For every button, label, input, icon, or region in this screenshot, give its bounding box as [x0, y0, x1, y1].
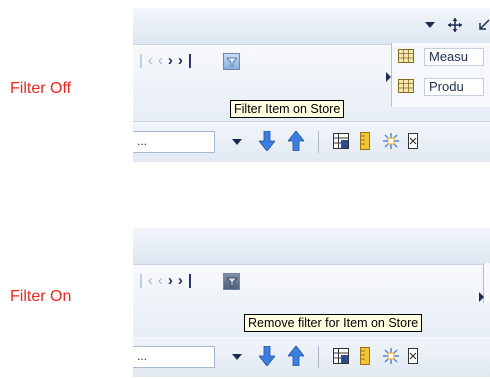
dropdown-arrow-icon[interactable] — [425, 22, 435, 30]
dropdown-arrow-icon[interactable] — [232, 354, 242, 362]
filter-button[interactable] — [223, 53, 240, 70]
toolbar-panel-filter-off: |‹‹››| Filter Item on Store Measu Produ … — [133, 0, 490, 162]
toolbar-separator — [318, 131, 319, 153]
table-icon — [398, 49, 414, 63]
side-panel-item-label: Produ — [424, 78, 484, 96]
side-panel — [483, 263, 490, 303]
item-combo-box[interactable]: ... — [133, 346, 215, 368]
toolbar-panel-filter-on: |‹‹››| Remove filter for Item on Store .… — [133, 220, 490, 379]
side-panel: Measu Produ — [391, 43, 490, 107]
move-up-icon[interactable] — [288, 346, 304, 366]
export-icon[interactable] — [408, 133, 418, 149]
caption-filter-off: Filter Off — [10, 80, 72, 97]
resize-icon[interactable] — [478, 19, 490, 31]
move-icon[interactable] — [448, 18, 462, 32]
ruler-icon[interactable] — [360, 132, 370, 150]
last-page-icon[interactable]: ›| — [178, 52, 197, 69]
tools-row: ... — [133, 337, 490, 377]
page-navigation: |‹‹››| — [139, 272, 197, 289]
navigation-row: |‹‹››| Filter Item on Store Measu Produ — [133, 43, 490, 122]
filter-icon — [227, 57, 237, 67]
tooltip-remove-filter: Remove filter for Item on Store — [244, 314, 423, 332]
previous-icon[interactable]: ‹ — [158, 52, 168, 69]
navigation-row: |‹‹››| Remove filter for Item on Store — [133, 263, 490, 342]
first-page-icon[interactable]: |‹ — [139, 52, 158, 69]
move-up-icon[interactable] — [288, 131, 304, 151]
page-navigation: |‹‹››| — [139, 52, 197, 69]
caption-filter-on: Filter On — [10, 288, 72, 305]
title-bar — [133, 8, 490, 45]
table-view-icon[interactable] — [333, 348, 349, 364]
last-page-icon[interactable]: ›| — [178, 272, 197, 289]
table-view-icon[interactable] — [333, 133, 349, 149]
filter-button-active[interactable] — [223, 273, 240, 290]
next-icon[interactable]: › — [168, 272, 178, 289]
sparkle-icon[interactable] — [383, 133, 399, 149]
item-combo-box[interactable]: ... — [133, 131, 215, 153]
filter-icon — [227, 277, 237, 287]
ruler-icon[interactable] — [360, 347, 370, 365]
move-down-icon[interactable] — [259, 131, 275, 151]
collapse-arrow-icon[interactable] — [479, 292, 484, 302]
previous-icon[interactable]: ‹ — [158, 272, 168, 289]
next-icon[interactable]: › — [168, 52, 178, 69]
table-icon — [398, 79, 414, 93]
move-down-icon[interactable] — [259, 346, 275, 366]
side-panel-item-label: Measu — [424, 48, 484, 66]
sparkle-icon[interactable] — [383, 348, 399, 364]
title-bar — [133, 228, 490, 265]
first-page-icon[interactable]: |‹ — [139, 272, 158, 289]
export-icon[interactable] — [408, 348, 418, 364]
dropdown-arrow-icon[interactable] — [232, 139, 242, 147]
collapse-arrow-icon[interactable] — [386, 72, 391, 82]
tools-row: ... — [133, 122, 490, 162]
tooltip-filter-item: Filter Item on Store — [230, 100, 345, 118]
toolbar-separator — [318, 346, 319, 368]
